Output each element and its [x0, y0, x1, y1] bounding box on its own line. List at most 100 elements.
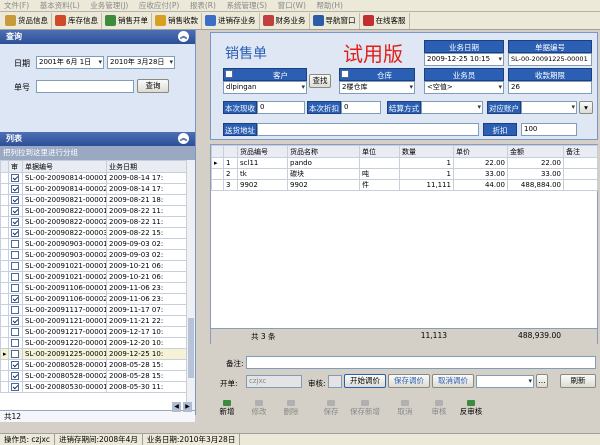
save-new-button[interactable]: 保存新增 [350, 400, 380, 417]
collapse-list-icon[interactable]: ︽ [178, 133, 189, 144]
term-input[interactable]: 26 [508, 81, 592, 94]
list-item[interactable]: SL-00-20080528-00002 2008-05-28 15: [0, 370, 187, 382]
name-cell[interactable]: pando [287, 157, 360, 169]
col-unit-header[interactable]: 单位 [359, 145, 400, 158]
remark-cell[interactable] [563, 168, 598, 180]
audit-checkbox[interactable] [8, 216, 23, 228]
audit-checkbox[interactable] [8, 172, 23, 184]
find-customer-button[interactable]: 查找 [309, 74, 331, 88]
audit-checkbox[interactable] [8, 381, 23, 393]
list-item[interactable]: SL-00-20090822-00002 2009-08-22 11: [0, 216, 187, 228]
col-date-header[interactable]: 业务日期 [106, 160, 187, 173]
biz-date-input[interactable]: 2009-12-25 10:15 [424, 53, 504, 66]
audit-checkbox[interactable] [8, 260, 23, 272]
doc-no-input[interactable] [36, 80, 134, 93]
scroll-right-icon[interactable]: ▶ [183, 402, 192, 412]
audit-checkbox[interactable] [8, 271, 23, 283]
price-cell[interactable]: 33.00 [453, 168, 508, 180]
date-from-input[interactable]: 2001年 6月 1日 [36, 56, 104, 69]
col-audit-header[interactable]: 审 [8, 160, 23, 173]
audit-button[interactable]: 审核 [424, 400, 454, 417]
col-remark-header[interactable]: 备注 [563, 145, 598, 158]
list-item[interactable]: SL-00-20090814-00001 2009-08-14 17: [0, 172, 187, 184]
list-item[interactable]: SL-00-20080530-00001 2008-05-30 11: [0, 381, 187, 393]
unit-cell[interactable]: 件 [359, 179, 400, 191]
list-item[interactable]: SL-00-20091217-00001 2009-12-17 10: [0, 326, 187, 338]
audit-checkbox[interactable] [8, 359, 23, 371]
customer-select[interactable]: dlpingan [223, 81, 307, 94]
discount-input[interactable]: 0 [341, 101, 381, 114]
col-goods-code-header[interactable]: 货品编号 [237, 145, 288, 158]
account-picker-button[interactable]: ▾ [579, 101, 593, 114]
unit-cell[interactable]: 吨 [359, 168, 400, 180]
audit-checkbox[interactable] [8, 304, 23, 316]
list-item[interactable]: SL-00-20091220-00001 2009-12-20 10: [0, 337, 187, 349]
collapse-icon[interactable]: ︽ [178, 31, 189, 42]
list-item[interactable]: SL-00-20090903-00002 2009-09-03 02: [0, 249, 187, 261]
name-cell[interactable]: 碳块 [287, 168, 360, 180]
qty-cell[interactable]: 11,111 [399, 179, 454, 191]
list-item[interactable]: SL-00-20091121-00001 2009-11-21 22: [0, 315, 187, 327]
list-item[interactable]: SL-00-20080528-00001 2008-05-28 15: [0, 359, 187, 371]
toolbar-button[interactable]: 进销存业务 [202, 12, 260, 29]
query-section-header[interactable]: 查询 ︽ [0, 30, 195, 44]
list-item[interactable]: SL-00-20091021-00002 2009-10-21 06: [0, 271, 187, 283]
edit-button[interactable]: 修改 [244, 400, 274, 417]
rebate-input[interactable]: 100 [521, 123, 577, 136]
name-cell[interactable]: 9902 [287, 179, 360, 191]
remark-cell[interactable] [563, 179, 598, 191]
table-row[interactable]: 3 9902 9902 件 11,111 44.00 488,884.00 [211, 179, 598, 191]
toolbar-button[interactable]: 销售开单 [102, 12, 152, 29]
audit-checkbox[interactable] [8, 282, 23, 294]
qty-cell[interactable]: 1 [399, 157, 454, 169]
menu-help[interactable]: 帮助(H) [312, 0, 347, 12]
code-cell[interactable]: scl11 [237, 157, 288, 169]
toolbar-button[interactable]: 库存信息 [52, 12, 102, 29]
list-item[interactable]: SL-00-20090822-00001 2009-08-22 11: [0, 205, 187, 217]
scrollbar-thumb[interactable] [188, 318, 194, 378]
audit-checkbox[interactable] [8, 370, 23, 382]
menu-reports[interactable]: 报表(R) [186, 0, 220, 12]
code-cell[interactable]: tk [237, 168, 288, 180]
table-row[interactable]: 2 tk 碳块吨 1 33.00 33.00 [211, 168, 598, 180]
list-item[interactable]: ▸ SL-00-20091225-00001 2009-12-25 10: [0, 348, 187, 360]
list-item[interactable]: SL-00-20090903-00001 2009-09-03 02: [0, 238, 187, 250]
audit-checkbox[interactable] [8, 194, 23, 206]
date-to-input[interactable]: 2010年 3月28日 [107, 56, 175, 69]
audit-checkbox[interactable] [8, 238, 23, 250]
price-adjust-select[interactable] [476, 375, 534, 388]
audit-checkbox[interactable] [8, 205, 23, 217]
col-qty-header[interactable]: 数量 [399, 145, 454, 158]
menu-file[interactable]: 文件(F) [0, 0, 33, 12]
amount-cell[interactable]: 33.00 [507, 168, 564, 180]
list-item[interactable]: SL-00-20091021-00001 2009-10-21 06: [0, 260, 187, 272]
menu-window[interactable]: 窗口(W) [274, 0, 310, 12]
cancel-button[interactable]: 取消 [390, 400, 420, 417]
add-button[interactable]: 新增 [212, 400, 242, 417]
unit-cell[interactable] [359, 157, 400, 169]
list-item[interactable]: SL-00-20090822-00003 2009-08-22 15: [0, 227, 187, 239]
unaudit-button[interactable]: 反审核 [456, 400, 486, 417]
list-item[interactable]: SL-00-20090821-00001 2009-08-21 18: [0, 194, 187, 206]
salesman-select[interactable]: <空值> [424, 81, 504, 94]
toolbar-button[interactable]: 在线客服 [360, 12, 410, 29]
menu-basic[interactable]: 基本资料(L) [36, 0, 84, 12]
toolbar-button[interactable]: 货品信息 [2, 12, 52, 29]
query-button[interactable]: 查询 [137, 79, 169, 93]
list-item[interactable]: SL-00-20091117-00001 2009-11-17 07: [0, 304, 187, 316]
audit-checkbox[interactable] [8, 326, 23, 338]
amount-cell[interactable]: 22.00 [507, 157, 564, 169]
audit-checkbox[interactable] [8, 183, 23, 195]
address-input[interactable] [257, 123, 479, 136]
more-options-button[interactable]: … [536, 374, 548, 388]
table-row[interactable]: ▸ 1 scl11 pando 1 22.00 22.00 [211, 157, 598, 169]
cancel-price-adjust-button[interactable]: 取消调价 [432, 374, 474, 388]
list-item[interactable]: SL-00-20091106-00001 2009-11-06 23: [0, 282, 187, 294]
audit-checkbox[interactable] [8, 337, 23, 349]
menu-business[interactable]: 业务管理(J) [86, 0, 132, 12]
menu-ar-ap[interactable]: 应收应付(P) [135, 0, 183, 12]
list-item[interactable]: SL-00-20090814-00002 2009-08-14 17: [0, 183, 187, 195]
menu-system[interactable]: 系统管理(S) [222, 0, 271, 12]
col-price-header[interactable]: 单价 [453, 145, 508, 158]
audit-checkbox[interactable] [8, 227, 23, 239]
